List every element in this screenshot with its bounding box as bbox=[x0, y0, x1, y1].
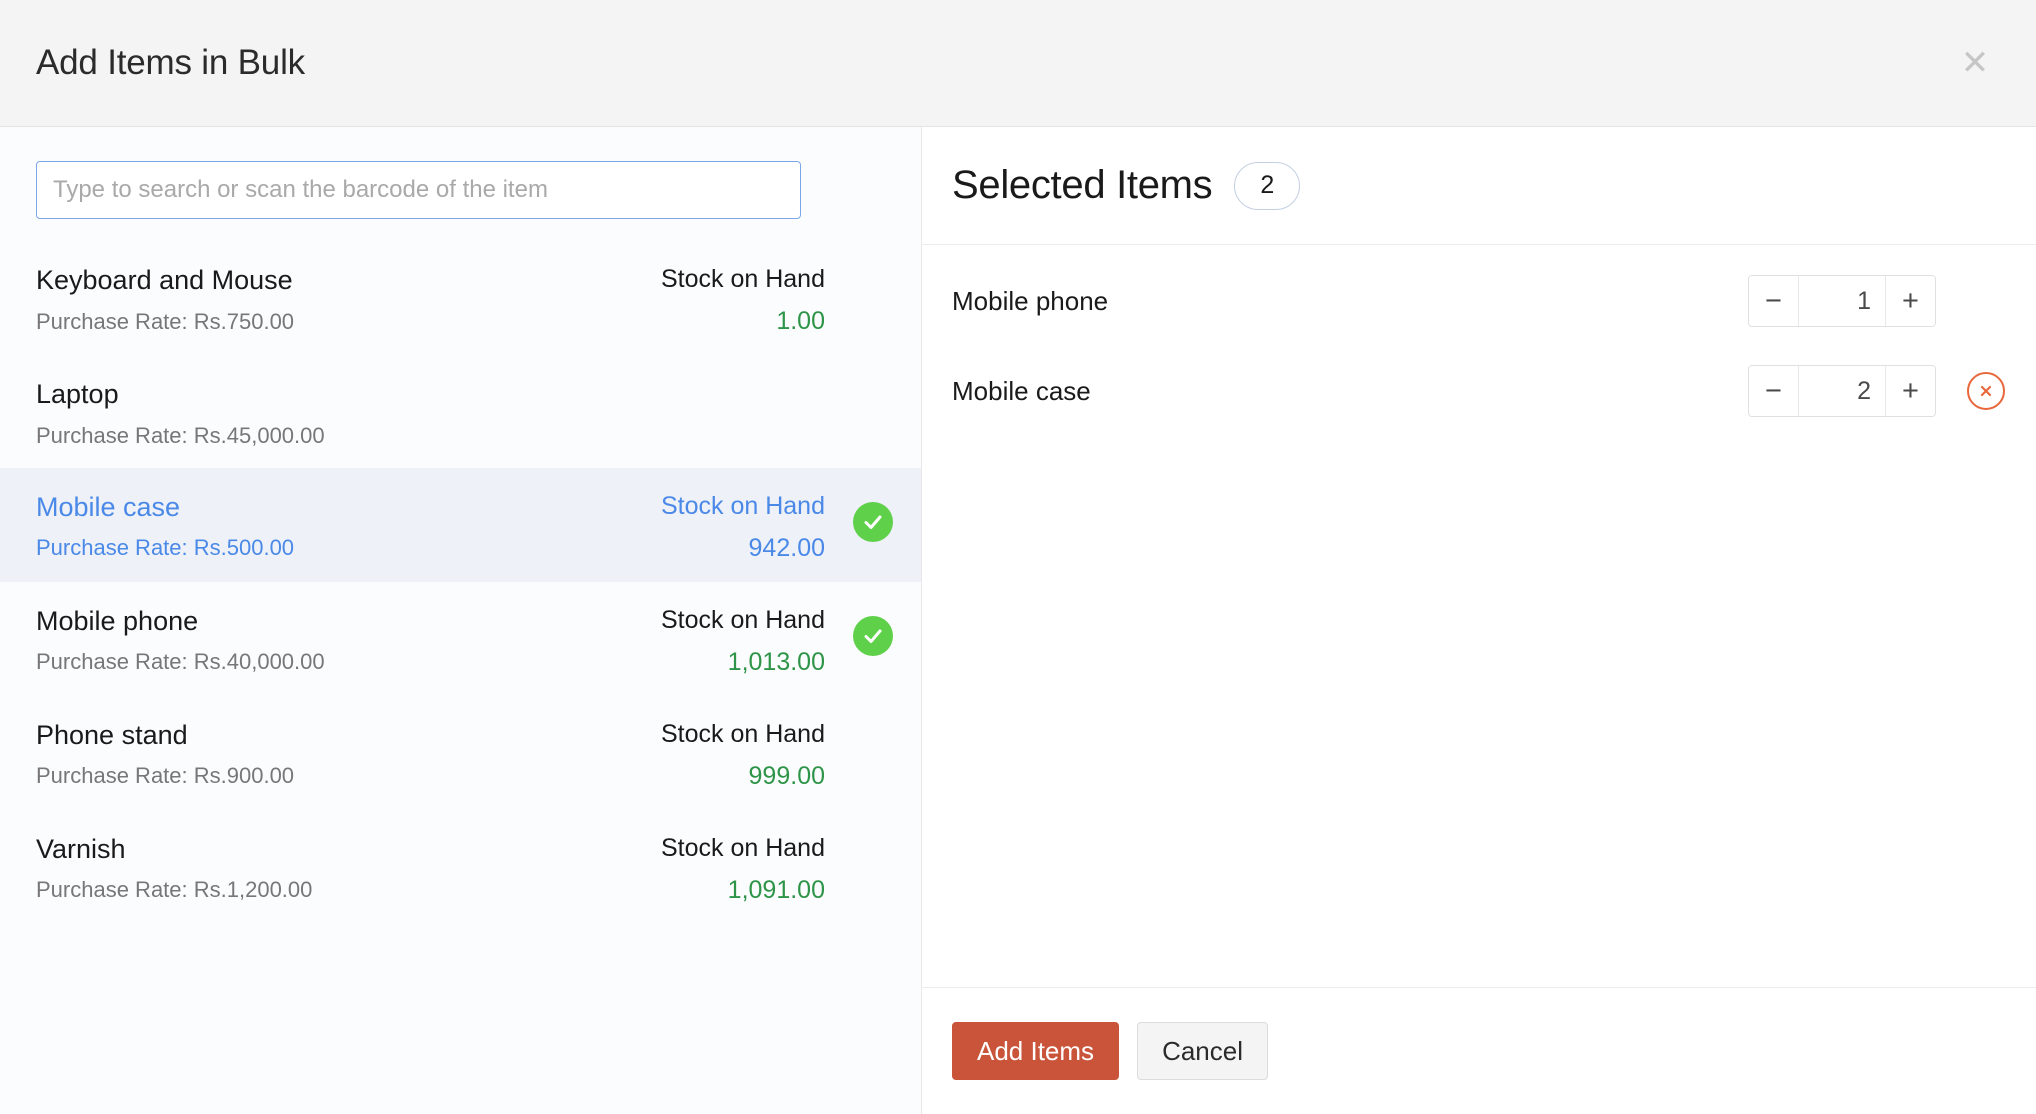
item-select-indicator bbox=[825, 714, 921, 770]
table-row: Mobile phone − 1 + bbox=[922, 267, 2036, 335]
item-list[interactable]: Keyboard and Mouse Purchase Rate: Rs.750… bbox=[0, 241, 921, 1114]
stock-on-hand-value: 942.00 bbox=[748, 533, 825, 562]
list-item[interactable]: Mobile phone Purchase Rate: Rs.40,000.00… bbox=[0, 582, 921, 696]
stock-on-hand-value: 1.00 bbox=[776, 307, 825, 335]
item-details: Phone stand Purchase Rate: Rs.900.00 bbox=[36, 714, 595, 791]
increment-button[interactable]: + bbox=[1885, 366, 1935, 416]
modal-header: Add Items in Bulk ✕ bbox=[0, 0, 2036, 127]
item-name: Laptop bbox=[36, 379, 119, 409]
stock-on-hand-value: 1,013.00 bbox=[727, 647, 825, 676]
modal-body: Keyboard and Mouse Purchase Rate: Rs.750… bbox=[0, 127, 2036, 1114]
item-stock: Stock on Hand 1,013.00 bbox=[595, 600, 825, 678]
selected-item-name: Mobile phone bbox=[952, 285, 1109, 316]
stock-on-hand-label: Stock on Hand bbox=[661, 833, 825, 862]
check-placeholder bbox=[853, 389, 893, 429]
increment-button[interactable]: + bbox=[1885, 276, 1935, 326]
selected-item-name: Mobile case bbox=[952, 375, 1091, 406]
item-name: Mobile phone bbox=[36, 605, 199, 636]
item-purchase-rate: Purchase Rate: Rs.45,000.00 bbox=[36, 422, 325, 448]
item-stock: Stock on Hand 942.00 bbox=[595, 486, 825, 564]
item-select-indicator bbox=[825, 828, 921, 884]
item-details: Varnish Purchase Rate: Rs.1,200.00 bbox=[36, 828, 595, 905]
item-purchase-rate: Purchase Rate: Rs.900.00 bbox=[36, 763, 295, 789]
item-select-indicator bbox=[825, 373, 921, 429]
item-details: Mobile phone Purchase Rate: Rs.40,000.00 bbox=[36, 600, 595, 677]
search-input[interactable] bbox=[36, 161, 801, 219]
item-select-indicator bbox=[825, 486, 921, 542]
item-stock: Stock on Hand 999.00 bbox=[595, 714, 825, 792]
add-items-bulk-modal: Add Items in Bulk ✕ Keyboard and Mouse P… bbox=[0, 0, 2036, 1114]
table-row: Mobile case − 2 + bbox=[922, 357, 2036, 425]
stock-on-hand-label: Stock on Hand bbox=[661, 719, 825, 748]
item-select-indicator bbox=[825, 600, 921, 656]
item-purchase-rate: Purchase Rate: Rs.500.00 bbox=[36, 535, 295, 561]
selected-items-list: Mobile phone − 1 + Mobile case − 2 + bbox=[922, 245, 2036, 987]
quantity-stepper[interactable]: − 2 + bbox=[1748, 365, 1936, 417]
decrement-button[interactable]: − bbox=[1749, 366, 1799, 416]
close-icon[interactable]: ✕ bbox=[1952, 40, 1998, 86]
selected-items-title: Selected Items bbox=[952, 163, 1213, 207]
stock-on-hand-label: Stock on Hand bbox=[661, 605, 825, 634]
item-name: Phone stand bbox=[36, 719, 188, 750]
selected-items-header: Selected Items 2 bbox=[922, 127, 2036, 245]
item-details: Keyboard and Mouse Purchase Rate: Rs.750… bbox=[36, 259, 595, 336]
remove-item-icon[interactable] bbox=[1967, 372, 2005, 410]
list-item[interactable]: Keyboard and Mouse Purchase Rate: Rs.750… bbox=[0, 241, 921, 355]
item-name: Keyboard and Mouse bbox=[36, 265, 293, 295]
search-container bbox=[0, 127, 921, 241]
check-placeholder bbox=[853, 275, 893, 315]
list-item[interactable]: Mobile case Purchase Rate: Rs.500.00 Sto… bbox=[0, 467, 921, 582]
item-purchase-rate: Purchase Rate: Rs.750.00 bbox=[36, 308, 295, 334]
item-stock: Stock on Hand 1.00 bbox=[595, 259, 825, 337]
selected-items-panel: Selected Items 2 Mobile phone − 1 + Mobi… bbox=[922, 127, 2036, 1114]
item-search-panel: Keyboard and Mouse Purchase Rate: Rs.750… bbox=[0, 127, 922, 1114]
item-name: Mobile case bbox=[36, 491, 181, 522]
quantity-value[interactable]: 1 bbox=[1799, 276, 1885, 326]
page-title: Add Items in Bulk bbox=[36, 43, 305, 82]
modal-footer: Add Items Cancel bbox=[922, 987, 2036, 1114]
decrement-button[interactable]: − bbox=[1749, 276, 1799, 326]
remove-placeholder bbox=[1967, 282, 2005, 320]
stock-on-hand-value: 1,091.00 bbox=[727, 875, 825, 904]
stock-on-hand-label: Stock on Hand bbox=[661, 491, 825, 520]
quantity-value[interactable]: 2 bbox=[1799, 366, 1885, 416]
cancel-button[interactable]: Cancel bbox=[1137, 1022, 1268, 1080]
stock-on-hand-value: 999.00 bbox=[748, 761, 825, 790]
check-placeholder bbox=[853, 844, 893, 884]
check-placeholder bbox=[853, 730, 893, 770]
item-purchase-rate: Purchase Rate: Rs.1,200.00 bbox=[36, 877, 313, 903]
remove-slot bbox=[1936, 282, 2036, 320]
quantity-stepper[interactable]: − 1 + bbox=[1748, 275, 1936, 327]
status-badge: 2 bbox=[1234, 161, 1301, 210]
list-item[interactable]: Varnish Purchase Rate: Rs.1,200.00 Stock… bbox=[0, 810, 921, 924]
remove-slot bbox=[1936, 372, 2036, 410]
item-stock bbox=[595, 373, 825, 387]
item-name: Varnish bbox=[36, 833, 126, 864]
list-item[interactable]: Laptop Purchase Rate: Rs.45,000.00 bbox=[0, 355, 921, 468]
checkmark-icon bbox=[853, 501, 893, 542]
add-items-button[interactable]: Add Items bbox=[952, 1022, 1120, 1080]
checkmark-icon bbox=[853, 615, 893, 656]
item-details: Laptop Purchase Rate: Rs.45,000.00 bbox=[36, 373, 595, 450]
item-purchase-rate: Purchase Rate: Rs.40,000.00 bbox=[36, 649, 325, 675]
list-item[interactable]: Phone stand Purchase Rate: Rs.900.00 Sto… bbox=[0, 696, 921, 810]
item-details: Mobile case Purchase Rate: Rs.500.00 bbox=[36, 486, 595, 563]
item-stock: Stock on Hand 1,091.00 bbox=[595, 828, 825, 906]
item-select-indicator bbox=[825, 259, 921, 315]
stock-on-hand-label: Stock on Hand bbox=[661, 265, 825, 293]
